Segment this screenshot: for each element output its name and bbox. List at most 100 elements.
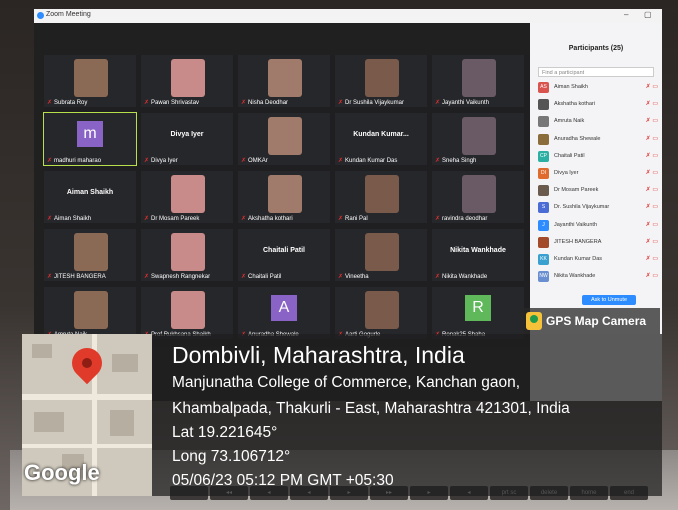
video-tile[interactable]: ✗Prof.Rukhsana Shaikh xyxy=(141,287,233,339)
video-tile[interactable]: ✗ Rani Pal xyxy=(335,171,427,223)
video-tile[interactable]: Chaitali Patil ✗ Chaitali Patil xyxy=(238,229,330,281)
video-tile[interactable]: ✗ Nisha Deodhar xyxy=(238,55,330,107)
muted-mic-icon: ✗ xyxy=(47,216,53,222)
video-tile[interactable]: ✗Amruta Naik xyxy=(44,287,136,339)
tile-name-label: ✗ Jayanthi Vaikunth xyxy=(435,99,489,106)
participant-row[interactable]: J Jayanthi Vaikunth ✗ ▭ xyxy=(538,219,658,233)
video-tile[interactable]: ✗ Sneha Singh xyxy=(432,113,524,165)
location-overlay: Google Dombivli, Maharashtra, India Manj… xyxy=(22,334,662,496)
video-tile[interactable]: Divya Iyer ✗ Divya Iyer xyxy=(141,113,233,165)
video-tile[interactable]: ✗Aarti Gogurle xyxy=(335,287,427,339)
muted-mic-icon: ✗ xyxy=(47,274,53,280)
participant-row[interactable]: S Dr. Sushila Vijaykumar ✗ ▭ xyxy=(538,201,658,215)
participant-name: Akshatha kothari xyxy=(248,216,293,222)
participant-avatar: NW xyxy=(538,271,549,283)
participant-name: Chaitali Patil xyxy=(554,152,585,159)
participant-name: Aiman Shaikh xyxy=(54,216,92,222)
muted-mic-icon: ✗ xyxy=(435,100,441,106)
video-tile[interactable]: ✗ JITESH BANGERA xyxy=(44,229,136,281)
participant-name: Divya Iyer xyxy=(554,170,579,176)
video-tile[interactable]: R✗Ronak25 Shaha xyxy=(432,287,524,339)
restore-button[interactable]: ▢ xyxy=(644,10,652,19)
avatar: m xyxy=(77,121,103,147)
video-tile[interactable]: ✗ Pawan Shrivastav xyxy=(141,55,233,107)
zoom-title-bar: Zoom Meeting – ▢ xyxy=(34,9,662,23)
tile-name-label: ✗ Divya Iyer xyxy=(144,157,178,164)
participant-name: Jayanthi Vaikunth xyxy=(554,221,598,228)
participant-name: Chaitali Patil xyxy=(248,274,282,280)
muted-video-icon: ✗ ▭ xyxy=(645,273,658,280)
participant-video xyxy=(365,59,399,97)
participant-video xyxy=(365,175,399,213)
tile-name-label: ✗ Nikita Wankhade xyxy=(435,273,487,280)
muted-mic-icon: ✗ xyxy=(47,158,53,164)
participant-row[interactable]: Akshatha kothari ✗ ▭ xyxy=(538,98,658,112)
muted-video-icon: ✗ ▭ xyxy=(645,135,658,142)
muted-mic-icon: ✗ xyxy=(241,100,247,106)
tile-name-label: ✗ madhuri maharao xyxy=(47,157,101,164)
ask-to-unmute-button[interactable]: Ask to Unmute xyxy=(582,295,636,305)
tile-name-label: ✗ Dr Sushila Vijaykumar xyxy=(338,99,404,106)
participant-avatar xyxy=(538,99,549,111)
date-time: 05/06/23 05:12 PM GMT +05:30 xyxy=(172,472,394,489)
participant-name: Dr Mosam Pareek xyxy=(554,187,599,194)
tile-display-name: Divya Iyer xyxy=(170,131,204,138)
gps-camera-label: GPS Map Camera xyxy=(546,314,647,328)
video-tile[interactable]: ✗ Jayanthi Vaikunth xyxy=(432,55,524,107)
video-tile[interactable]: ✗ Subrata Roy xyxy=(44,55,136,107)
muted-mic-icon: ✗ xyxy=(338,158,344,164)
participant-row[interactable]: CP Chaitali Patil ✗ ▭ xyxy=(538,150,658,164)
video-tile[interactable]: ✗ ravindra deodhar xyxy=(432,171,524,223)
video-tile[interactable]: ✗ Dr Mosam Pareek xyxy=(141,171,233,223)
participant-video xyxy=(268,117,302,155)
participant-row[interactable]: NW Nikita Wankhade ✗ ▭ xyxy=(538,270,658,284)
participant-name: Subrata Roy xyxy=(54,100,88,106)
video-tile[interactable]: ✗ Akshatha kothari xyxy=(238,171,330,223)
participant-video xyxy=(268,59,302,97)
participant-avatar xyxy=(538,133,549,145)
video-tile[interactable]: m ✗ madhuri maharao xyxy=(43,112,137,166)
participant-name: JITESH BANGERA xyxy=(54,274,106,280)
participant-name: Nikita Wankhade xyxy=(442,274,488,280)
minimize-button[interactable]: – xyxy=(624,10,628,19)
participant-row[interactable]: JITESH BANGERA ✗ ▭ xyxy=(538,236,658,250)
participant-name: OMKAr xyxy=(248,158,268,164)
muted-mic-icon: ✗ xyxy=(144,100,150,106)
tile-display-name: Kundan Kumar... xyxy=(353,131,409,138)
muted-video-icon: ✗ ▭ xyxy=(645,221,658,228)
muted-video-icon: ✗ ▭ xyxy=(645,170,658,176)
map-thumbnail: Google xyxy=(22,334,152,496)
participant-row[interactable]: Anuradha Shewale ✗ ▭ xyxy=(538,133,658,147)
participant-avatar: KK xyxy=(538,254,549,265)
gps-camera-banner: GPS Map Camera xyxy=(520,308,660,334)
participant-row[interactable]: Dr Mosam Pareek ✗ ▭ xyxy=(538,184,658,198)
participant-row[interactable]: DI Divya Iyer ✗ ▭ xyxy=(538,167,658,181)
tile-display-name: Aiman Shaikh xyxy=(66,189,114,196)
participant-search-input[interactable]: Find a participant xyxy=(538,67,654,77)
participant-video xyxy=(74,233,108,271)
zoom-window-title: Zoom Meeting xyxy=(46,11,91,18)
video-tile[interactable]: ✗ OMKAr xyxy=(238,113,330,165)
tile-name-label: ✗ Swapnesh Rangnekar xyxy=(144,273,210,280)
participant-avatar: DI xyxy=(538,168,549,179)
tile-name-label: ✗ Akshatha kothari xyxy=(241,215,293,222)
participant-avatar: CP xyxy=(538,150,549,162)
participant-row[interactable]: KK Kundan Kumar Das ✗ ▭ xyxy=(538,253,658,267)
participant-row[interactable]: AS Aiman Shaikh ✗ ▭ xyxy=(538,81,658,95)
video-tile[interactable]: ✗ Vineetha xyxy=(335,229,427,281)
muted-mic-icon: ✗ xyxy=(435,158,441,164)
video-tile[interactable]: ✗ Swapnesh Rangnekar xyxy=(141,229,233,281)
video-tile[interactable]: ✗ Dr Sushila Vijaykumar xyxy=(335,55,427,107)
avatar: A xyxy=(271,295,297,321)
video-tile[interactable]: Aiman Shaikh ✗ Aiman Shaikh xyxy=(44,171,136,223)
muted-mic-icon: ✗ xyxy=(338,216,344,222)
participant-name: Sneha Singh xyxy=(442,158,477,164)
participant-row[interactable]: Amruta Naik ✗ ▭ xyxy=(538,115,658,129)
map-pin-icon xyxy=(65,341,109,385)
participant-name: Dr Mosam Pareek xyxy=(151,216,200,222)
tile-name-label: ✗ Aiman Shaikh xyxy=(47,215,91,222)
video-tile[interactable]: A✗Anuradha Shewale xyxy=(238,287,330,339)
video-tile[interactable]: Nikita Wankhade ✗ Nikita Wankhade xyxy=(432,229,524,281)
tile-name-label: ✗ Vineetha xyxy=(338,273,369,280)
video-tile[interactable]: Kundan Kumar... ✗ Kundan Kumar Das xyxy=(335,113,427,165)
